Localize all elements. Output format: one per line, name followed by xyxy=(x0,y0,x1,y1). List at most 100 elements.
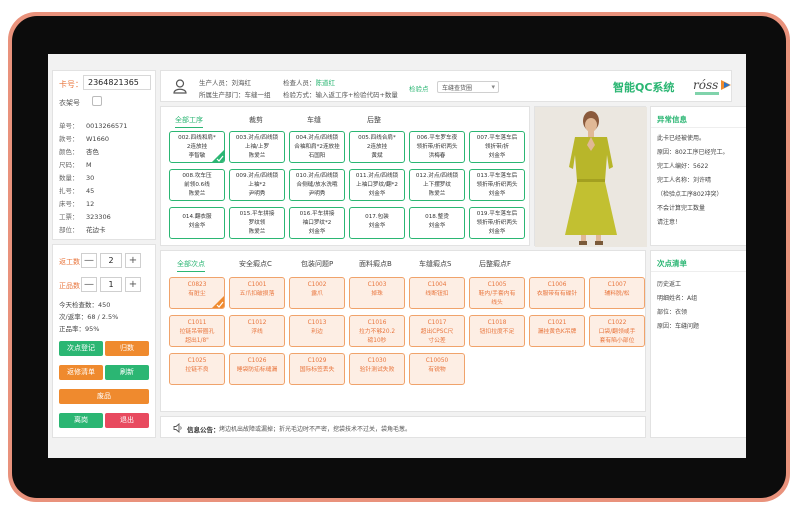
ross-logo: róss xyxy=(693,78,731,95)
producer-text: 生产人员：刘海红 xyxy=(199,79,251,87)
card-number-input[interactable]: 2364821365 xyxy=(83,75,151,90)
chevron-down-icon: ▾ xyxy=(491,83,495,91)
defect-card[interactable]: C1030 验针测试失败 xyxy=(349,353,405,385)
process-card[interactable]: 003.对点/四线锁 上袖/上罗 陈爱兰 xyxy=(229,131,285,163)
defect-card[interactable]: C1012 浮线 xyxy=(229,315,285,347)
plus-button[interactable]: + xyxy=(125,253,141,268)
defect-card[interactable]: C1022 口袋/翻领或手 套有陷小部位 xyxy=(589,315,645,347)
minus-button[interactable]: — xyxy=(81,253,97,268)
tab-safety-defects[interactable]: 安全瘕点C xyxy=(239,259,272,269)
refresh-button[interactable]: 刷新 xyxy=(105,365,149,380)
tab-sewing-defects[interactable]: 车缝瘕点S xyxy=(419,259,451,269)
tab-finishing-defects[interactable]: 后整瘕点F xyxy=(479,259,511,269)
process-panel: 全部工序 裁剪 车缝 后整 002.四线和肩* 2连放挂 李智敏 003.对点/四线… xyxy=(160,106,530,246)
defect-card[interactable]: C1007 辅料脱/松 xyxy=(589,277,645,309)
process-card[interactable]: 011.对点/四线锁 上袖口罗纹/翻*2 刘金华 xyxy=(349,169,405,201)
process-card[interactable]: 010.对点/四线锁 合侧缝/放水洗哦 尹明秀 xyxy=(289,169,345,201)
defect-panel: 全部次点 安全瘕点C 包装问题P 面料瘕点B 车缝瘕点S 后整瘕点F C0823… xyxy=(160,250,646,412)
defect-card[interactable]: C1011 拉链吊带圈孔 超出1/8" xyxy=(169,315,225,347)
divider xyxy=(651,271,746,272)
exception-line: 原因：802工序已经完工。 xyxy=(657,149,729,156)
good-value[interactable]: 1 xyxy=(100,277,122,292)
return-count-button[interactable]: 归数 xyxy=(105,341,149,356)
defect-card[interactable]: C1003 掉珠 xyxy=(349,277,405,309)
info-row: 单号： 0013266571 xyxy=(59,122,128,130)
tab-all-defects[interactable]: 全部次点 xyxy=(177,259,205,272)
defect-card[interactable]: C0823 有脏尘 xyxy=(169,277,225,309)
register-defect-button[interactable]: 次点登记 xyxy=(59,341,103,356)
process-card[interactable]: 013.平车落车后 领折带/折织两头 刘金华 xyxy=(469,169,525,201)
tab-finishing[interactable]: 后整 xyxy=(367,115,381,125)
tab-sewing[interactable]: 车缝 xyxy=(307,115,321,125)
tab-cutting[interactable]: 裁剪 xyxy=(249,115,263,125)
process-card[interactable]: 008.坎车压 前领0.6线 陈爱兰 xyxy=(169,169,225,201)
rework-stepper: — 2 + xyxy=(81,253,151,268)
tab-packing-issues[interactable]: 包装问题P xyxy=(301,259,333,269)
process-card[interactable]: 017.包装 刘金华 xyxy=(349,207,405,239)
minus-button[interactable]: — xyxy=(81,277,97,292)
info-row: 数量： 30 xyxy=(59,174,95,182)
info-row: 尺码： M xyxy=(59,161,92,169)
process-card[interactable]: 012.对点/四线锁 上下摆罗纹 陈爱兰 xyxy=(409,169,465,201)
defect-card[interactable]: C1016 拉力不够20.2 磅10秒 xyxy=(349,315,405,347)
stat-rate: 次/返率：68 / 2.5% xyxy=(59,313,119,321)
good-stepper: — 1 + xyxy=(81,277,151,292)
card-label: 卡号： xyxy=(59,80,83,89)
process-card[interactable]: 002.四线和肩* 2连放挂 李智敏 xyxy=(169,131,225,163)
defect-card[interactable]: C1004 线断钮扣 xyxy=(409,277,465,309)
header-bar: 生产人员：刘海红 所属生产部门：车缝一组 检查人员：陈道红 检验方式：输入返工序… xyxy=(160,70,732,102)
process-card[interactable]: 005.四线合肩* 2连放挂 黄斌 xyxy=(349,131,405,163)
process-card[interactable]: 014.翻衣服 刘金华 xyxy=(169,207,225,239)
defect-card[interactable]: C1021 漏挂黄色K吊牌 xyxy=(529,315,585,347)
repair-list-button[interactable]: 返修清单 xyxy=(59,365,103,380)
user-icon xyxy=(173,79,187,94)
stat-good-rate: 正品率：95% xyxy=(59,325,100,333)
exit-button[interactable]: 退出 xyxy=(105,413,149,428)
inspector-text: 检查人员：陈道红 xyxy=(283,79,335,87)
process-card[interactable]: 019.平车落车后 领折带/折织两头 刘金华 xyxy=(469,207,525,239)
process-card[interactable]: 009.对点/四线锁 上袖*2 尹明秀 xyxy=(229,169,285,201)
rack-checkbox[interactable] xyxy=(92,96,102,106)
defect-card[interactable]: C1029 国际标签丢失 xyxy=(289,353,345,385)
speaker-icon xyxy=(173,423,182,433)
defect-card[interactable]: C1018 钮扣拉度不足 xyxy=(469,315,525,347)
scrap-button[interactable]: 废品 xyxy=(59,389,149,404)
rework-value[interactable]: 2 xyxy=(100,253,122,268)
defect-card[interactable]: C1001 五爪扣破损落 xyxy=(229,277,285,309)
exception-line: 不会计算完工数量 xyxy=(657,205,706,212)
defect-card[interactable]: C10050 有锐物 xyxy=(409,353,465,385)
defect-card[interactable]: C1002 露爪 xyxy=(289,277,345,309)
history-line: 历史返工 xyxy=(657,281,682,288)
plus-button[interactable]: + xyxy=(125,277,141,292)
check-mode-text: 检验方式：输入返工序+检验代码+数量 xyxy=(283,91,398,99)
app-title: 智能QC系统 xyxy=(613,81,675,94)
process-card[interactable]: 004.对点/四线锁 合袖和肩*2连放挂 石国阳 xyxy=(289,131,345,163)
history-line: 原因：车缝问题 xyxy=(657,323,700,330)
history-panel: 次点清单 历史返工 明细姓名：A组 部位：衣领 原因：车缝问题 xyxy=(650,250,746,438)
process-card[interactable]: 007.平车落车后 领折带/折 刘金华 xyxy=(469,131,525,163)
defect-card[interactable]: C1025 拉链不良 xyxy=(169,353,225,385)
defect-card[interactable]: C1005 鞋内/手套内有 线头 xyxy=(469,277,525,309)
history-line: 明细姓名：A组 xyxy=(657,295,698,302)
count-panel: 返工数： — 2 + 正品数： — 1 + 今天检查数：450 次/返率：68 … xyxy=(52,244,156,438)
leave-post-button[interactable]: 离岗 xyxy=(59,413,103,428)
process-card[interactable]: 016.平车拼接 袖口罗纹*2 刘金华 xyxy=(289,207,345,239)
info-row: 颜色： 杏色 xyxy=(59,148,99,156)
info-row: 部位： 花边卡 xyxy=(59,226,106,234)
defect-card[interactable]: C1026 睡袋防疝标缝漏 xyxy=(229,353,285,385)
defect-card[interactable]: C1017 超出CPSC尺 寸公差 xyxy=(409,315,465,347)
checkpoint-label: 检验点 xyxy=(409,85,429,93)
tab-all-process[interactable]: 全部工序 xyxy=(175,115,203,128)
checkpoint-select[interactable]: 车缝查货圈 ▾ xyxy=(437,81,499,93)
defect-card[interactable]: C1006 衣服带有有碟针 xyxy=(529,277,585,309)
process-card[interactable]: 015.平车拼接 罗纹领 陈爱兰 xyxy=(229,207,285,239)
info-row: 款号： W1660 xyxy=(59,135,109,143)
defect-card[interactable]: C1013 利边 xyxy=(289,315,345,347)
process-card[interactable]: 006.平车罗车夜 领折带/折织两头 洪梅春 xyxy=(409,131,465,163)
tab-fabric-defects[interactable]: 面料瘕点B xyxy=(359,259,392,269)
tablet-bezel: 卡号： 2364821365 衣架号 单号： 0013266571 款号： W166… xyxy=(12,16,786,498)
notice-text: 烤边机出故障或漏掉；折光毛边时不严密，挖袋技术不过关，袋角毛葱。 xyxy=(219,426,412,433)
dress-image xyxy=(535,107,647,247)
process-card[interactable]: 018.整烫 刘金华 xyxy=(409,207,465,239)
rack-label: 衣架号 xyxy=(59,99,80,107)
